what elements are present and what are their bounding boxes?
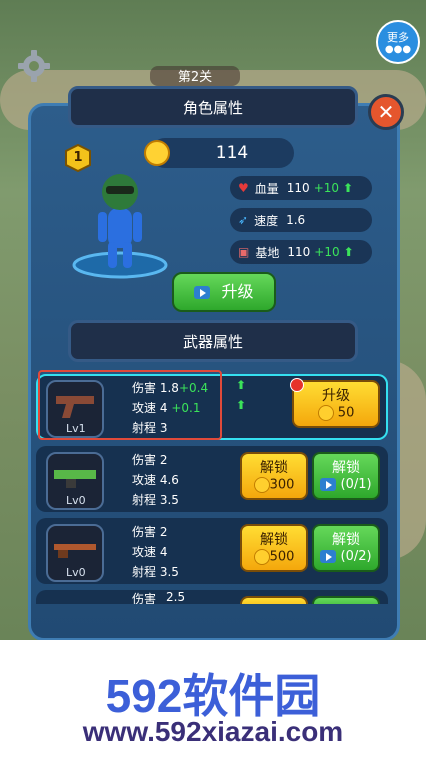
- notification-dot: [290, 378, 304, 392]
- stat-bonus: +10: [314, 245, 340, 259]
- stat-val: 1.8: [159, 381, 179, 395]
- weapon-slot[interactable]: Lv0: [46, 452, 104, 510]
- stat-value: 1.6: [286, 213, 306, 227]
- weapon-slot[interactable]: Lv1: [46, 380, 104, 438]
- video-ad-icon: [194, 286, 211, 299]
- rank-number: 1: [73, 150, 83, 165]
- arrow-up-icon: ⬆: [343, 181, 354, 195]
- stat-key: 射程: [132, 493, 157, 507]
- btn-label: 解锁: [260, 532, 288, 548]
- stat-value: 110: [287, 245, 311, 259]
- stat-val: 4: [159, 401, 168, 415]
- base-icon: ▣: [238, 245, 250, 259]
- more-dots-icon: ●●●: [384, 44, 412, 55]
- machine-gun-icon: [54, 470, 96, 488]
- stat-key: 攻速: [132, 545, 157, 559]
- coin-icon: [253, 477, 270, 493]
- stat-val: 4.6: [159, 473, 179, 487]
- weapon-button-partial: [240, 596, 308, 604]
- btn-progress: (0/1): [340, 477, 372, 492]
- character-figure: [70, 170, 170, 280]
- btn-price: 50: [337, 405, 355, 421]
- coin-icon: [144, 140, 170, 166]
- stat-key: 攻速: [132, 401, 157, 415]
- weapon-upgrade-button[interactable]: 升级 50: [292, 380, 380, 428]
- stat-label: 速度: [254, 213, 279, 228]
- arrow-up-icon: ⬆: [236, 398, 247, 412]
- stat-hp: ♥ 血量 110 +10 ⬆: [230, 176, 372, 200]
- video-ad-icon: [320, 478, 337, 491]
- stat-label: 基地: [255, 245, 280, 260]
- more-button[interactable]: 更多 ●●●: [376, 20, 420, 64]
- character-upgrade-button[interactable]: 升级: [172, 272, 276, 312]
- weapon-unlock-coin-button[interactable]: 解锁 300: [240, 452, 308, 500]
- stat-val: 2: [159, 453, 168, 467]
- weapon-stats: 伤害 2 攻速 4 射程 3.5: [132, 522, 179, 582]
- boot-icon: ➶: [238, 213, 249, 227]
- stat-key: 伤害: [132, 453, 157, 467]
- coin-icon: [317, 405, 334, 421]
- character-title-banner: 角色属性: [68, 86, 358, 128]
- btn-label: 解锁: [332, 460, 360, 476]
- stat-base: ▣ 基地 110 +10 ⬆: [230, 240, 372, 264]
- btn-price: 500: [269, 549, 295, 565]
- arrow-up-icon: ⬆: [343, 245, 354, 259]
- stat-val: 4: [159, 545, 168, 559]
- stat-bonus: +0.4: [178, 381, 209, 395]
- coin-icon: [253, 549, 270, 565]
- watermark-url: www.592xiazai.com: [82, 716, 344, 747]
- weapon-level: Lv0: [66, 494, 86, 507]
- settings-gear-icon[interactable]: [16, 48, 52, 84]
- more-label: 更多: [387, 31, 409, 44]
- coin-count: 114: [215, 143, 249, 163]
- stat-val: 3.5: [159, 493, 179, 507]
- rank-badge: 1: [64, 143, 92, 173]
- btn-label: 解锁: [332, 532, 360, 548]
- weapon-button-partial: [312, 596, 380, 604]
- btn-price: 300: [269, 477, 295, 493]
- stat-key: 射程: [132, 565, 157, 579]
- stat-key: 伤害: [132, 525, 157, 539]
- weapon-level: Lv0: [66, 566, 86, 579]
- btn-label: 解锁: [260, 460, 288, 476]
- close-icon: ✕: [377, 100, 395, 124]
- stat-key: 伤害: [132, 381, 157, 395]
- weapon-title-banner: 武器属性: [68, 320, 358, 362]
- video-ad-icon: [320, 550, 337, 563]
- stat-val: 3.5: [159, 565, 179, 579]
- weapon-title: 武器属性: [182, 332, 243, 351]
- stat-key: 攻速: [132, 473, 157, 487]
- weapon-level: Lv1: [66, 422, 86, 435]
- weapon-unlock-ad-button[interactable]: 解锁 (0/1): [312, 452, 380, 500]
- weapon-unlock-ad-button[interactable]: 解锁 (0/2): [312, 524, 380, 572]
- heart-icon: ♥: [238, 181, 249, 195]
- stat-bonus: +10: [313, 181, 340, 195]
- stat-label: 血量: [254, 181, 279, 196]
- level-label: 第2关: [150, 66, 240, 86]
- close-button[interactable]: ✕: [368, 94, 404, 130]
- weapon-row-clip: 伤害 2.5: [36, 590, 388, 604]
- shotgun-icon: [54, 544, 96, 558]
- stat-key: 伤害: [132, 592, 157, 604]
- stat-value: 110: [286, 181, 310, 195]
- weapon-slot[interactable]: Lv0: [46, 524, 104, 582]
- weapon-unlock-coin-button[interactable]: 解锁 500: [240, 524, 308, 572]
- stat-bonus: +0.1: [171, 401, 201, 415]
- watermark-area: 592软件园 www.592xiazai.com: [0, 640, 426, 757]
- stat-val: 3: [159, 421, 168, 435]
- stat-speed: ➶ 速度 1.6: [230, 208, 372, 232]
- btn-label: 升级: [322, 388, 350, 404]
- level-text: 第2关: [177, 70, 213, 85]
- btn-progress: (0/2): [340, 549, 372, 564]
- arrow-up-icon: ⬆: [236, 378, 247, 392]
- stat-val: 2: [159, 525, 168, 539]
- character-title: 角色属性: [182, 98, 243, 117]
- coin-bar: 114: [144, 138, 294, 168]
- weapon-stats: 伤害 2 攻速 4.6 射程 3.5: [132, 450, 179, 510]
- upgrade-label: 升级: [221, 282, 254, 301]
- weapon-stats: 伤害 1.8+0.4 攻速 4 +0.1 射程 3: [132, 378, 208, 438]
- pistol-icon: [56, 396, 94, 418]
- stat-key: 射程: [132, 421, 157, 435]
- stat-val: 2.5: [166, 590, 186, 604]
